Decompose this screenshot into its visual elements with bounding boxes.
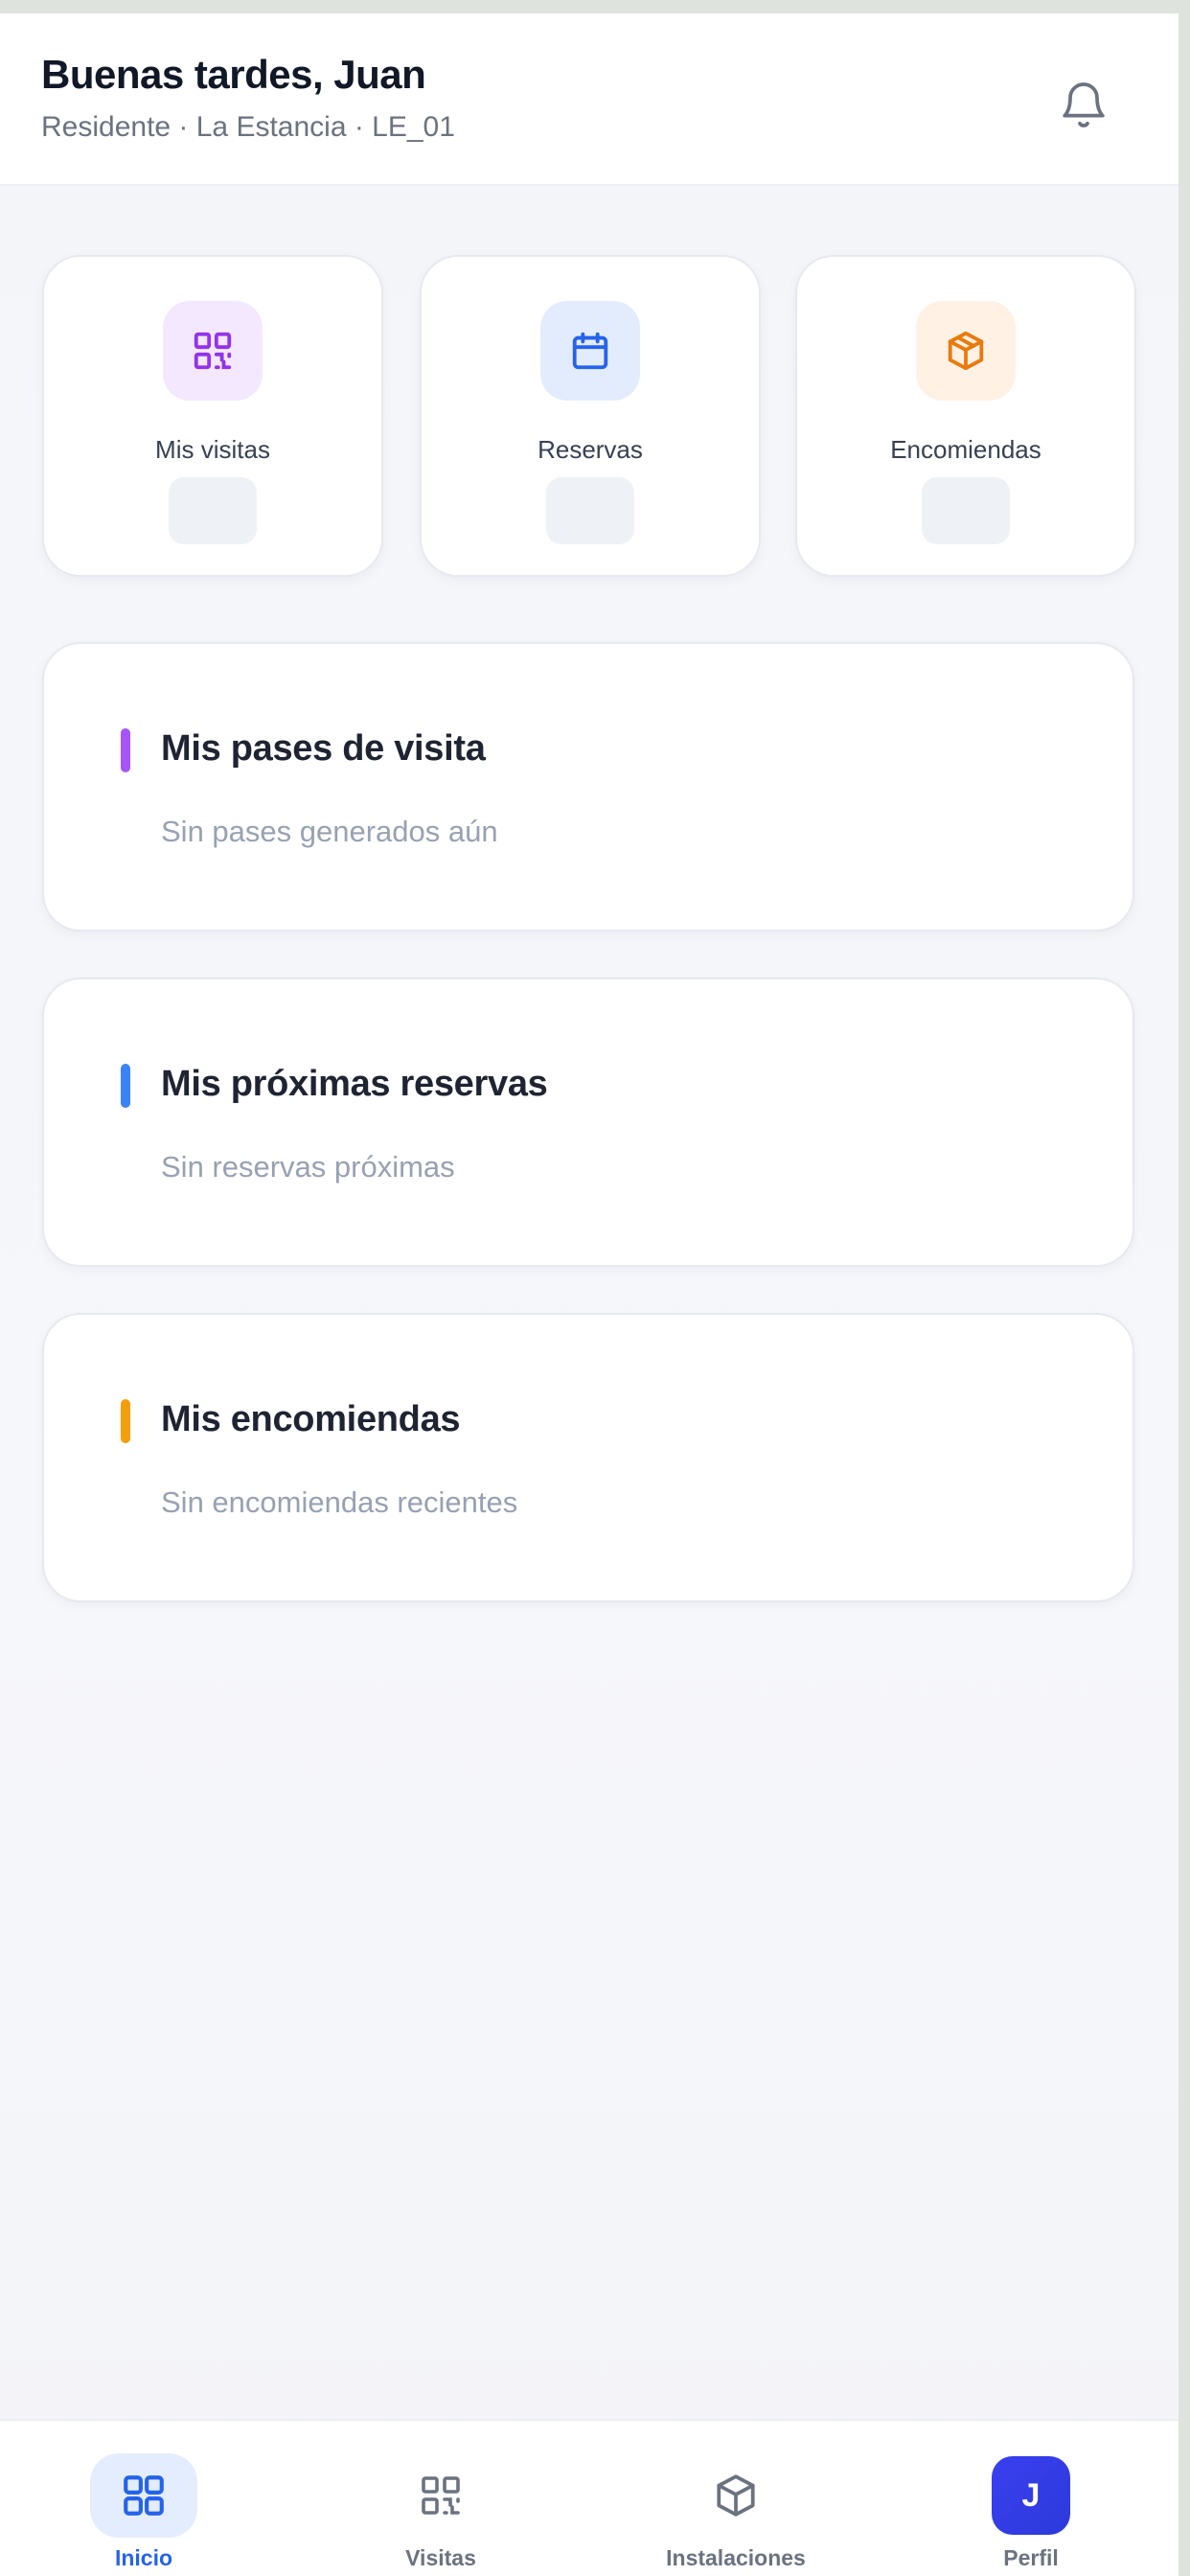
resident-subtitle: Residente · La Estancia · LE_01 [41,111,455,143]
section-mis-encomiendas[interactable]: Mis encomiendas Sin encomiendas reciente… [42,1313,1134,1602]
nav-item-instalaciones[interactable]: Instalaciones [640,2421,832,2576]
quick-card-mis-visitas[interactable]: Mis visitas [42,255,383,577]
quick-card-reservas[interactable]: Reservas [420,255,761,577]
calendar-icon [540,301,640,401]
dashboard-grid-icon [90,2453,197,2538]
package-icon [916,301,1016,401]
accent-bar [121,1399,130,1443]
section-mis-pases[interactable]: Mis pases de visita Sin pases generados … [42,642,1134,932]
empty-state-text: Sin reservas próximas [161,1150,455,1184]
accent-bar [121,728,130,772]
quick-card-label: Encomiendas [890,435,1041,464]
greeting-title: Buenas tardes, Juan [41,52,426,97]
empty-state-text: Sin encomiendas recientes [161,1485,518,1519]
app-screen: Buenas tardes, Juan Residente · La Estan… [0,13,1179,2576]
accent-bar [121,1064,130,1108]
quick-card-label: Reservas [538,435,643,464]
package-icon [682,2453,790,2538]
section-title: Mis encomiendas [161,1399,461,1439]
bell-icon[interactable] [1050,71,1117,138]
qr-code-icon [163,301,263,401]
count-placeholder [922,477,1010,544]
section-title: Mis pases de visita [161,728,486,769]
avatar-container: J [977,2453,1085,2538]
count-placeholder [169,477,257,544]
nav-label: Inicio [114,2545,173,2570]
bottom-nav: Inicio Visitas Instalaciones J Perfil [0,2419,1179,2576]
nav-item-inicio[interactable]: Inicio [48,2421,240,2576]
quick-card-encomiendas[interactable]: Encomiendas [795,255,1136,577]
nav-label: Visitas [405,2545,476,2570]
nav-label: Perfil [1003,2545,1059,2570]
header: Buenas tardes, Juan Residente · La Estan… [0,13,1179,186]
empty-state-text: Sin pases generados aún [161,815,498,848]
qr-code-icon [387,2453,494,2538]
nav-item-perfil[interactable]: J Perfil [935,2421,1127,2576]
quick-card-label: Mis visitas [155,435,270,464]
avatar: J [992,2456,1070,2535]
count-placeholder [546,477,634,544]
nav-label: Instalaciones [666,2545,806,2570]
section-title: Mis próximas reservas [161,1064,548,1104]
section-mis-reservas[interactable]: Mis próximas reservas Sin reservas próxi… [42,978,1134,1267]
nav-item-visitas[interactable]: Visitas [345,2421,537,2576]
